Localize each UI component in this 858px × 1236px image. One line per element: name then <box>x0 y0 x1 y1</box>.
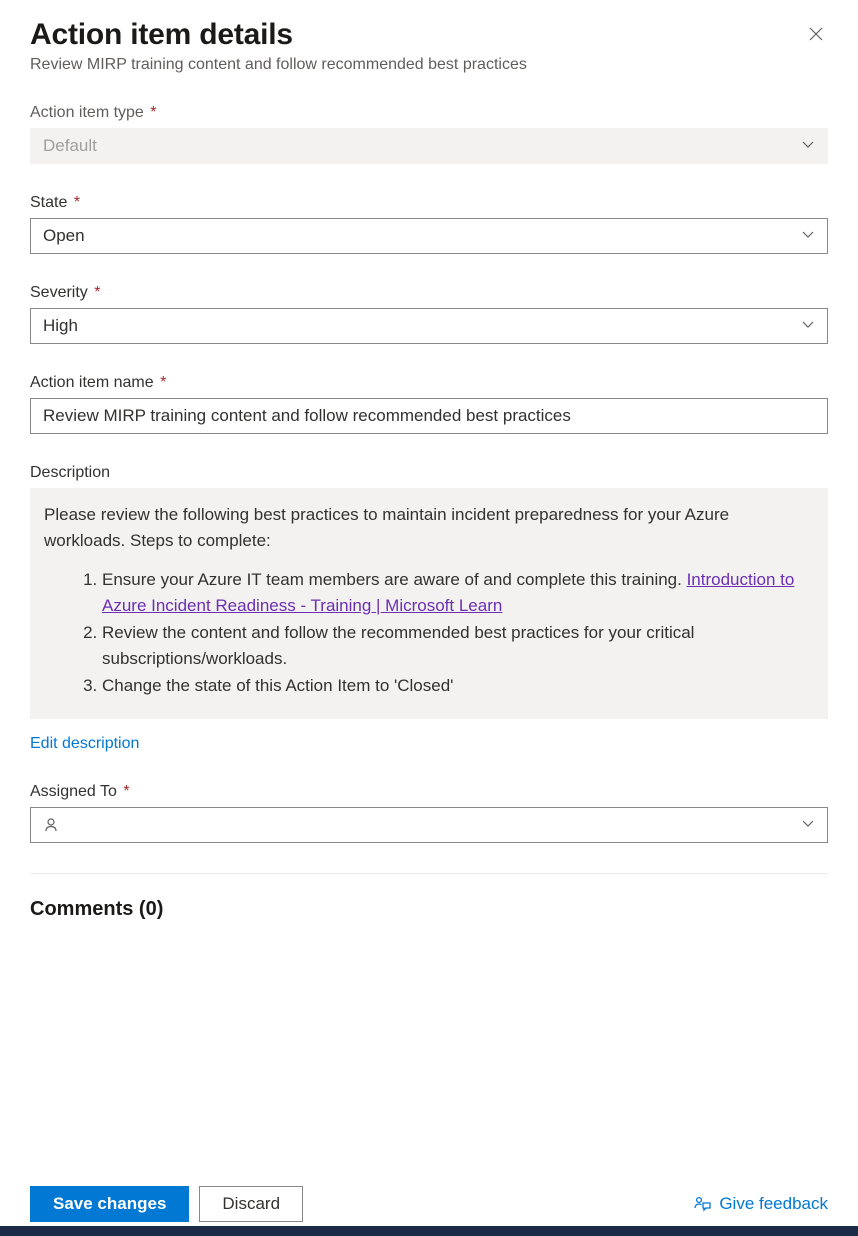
description-step-1: Ensure your Azure IT team members are aw… <box>102 567 814 618</box>
required-indicator: * <box>150 104 156 121</box>
page-subtitle: Review MIRP training content and follow … <box>30 56 828 74</box>
type-label: Action item type * <box>30 104 828 122</box>
chevron-down-icon <box>801 316 815 336</box>
edit-description-link[interactable]: Edit description <box>30 735 139 753</box>
assigned-select[interactable] <box>30 807 828 843</box>
chevron-down-icon <box>801 226 815 246</box>
severity-label: Severity * <box>30 284 828 302</box>
bottom-strip <box>0 1226 858 1236</box>
type-select: Default <box>30 128 828 164</box>
name-input[interactable]: Review MIRP training content and follow … <box>30 398 828 434</box>
save-button[interactable]: Save changes <box>30 1186 189 1222</box>
description-label: Description <box>30 464 828 482</box>
name-label: Action item name * <box>30 374 828 392</box>
assigned-label: Assigned To * <box>30 783 828 801</box>
page-title: Action item details <box>30 18 828 52</box>
discard-button[interactable]: Discard <box>199 1186 303 1222</box>
description-intro: Please review the following best practic… <box>44 502 814 553</box>
close-icon <box>808 26 824 42</box>
person-icon <box>43 817 59 833</box>
comments-heading: Comments (0) <box>30 898 828 921</box>
close-button[interactable] <box>808 26 828 46</box>
type-value: Default <box>43 136 97 156</box>
severity-select[interactable]: High <box>30 308 828 344</box>
chevron-down-icon <box>801 136 815 156</box>
required-indicator: * <box>123 783 129 800</box>
feedback-label: Give feedback <box>719 1194 828 1214</box>
state-value: Open <box>43 226 85 246</box>
required-indicator: * <box>160 374 166 391</box>
state-select[interactable]: Open <box>30 218 828 254</box>
required-indicator: * <box>74 194 80 211</box>
description-step-2: Review the content and follow the recomm… <box>102 620 814 671</box>
required-indicator: * <box>94 284 100 301</box>
description-step-3: Change the state of this Action Item to … <box>102 673 814 699</box>
state-label: State * <box>30 194 828 212</box>
feedback-icon <box>693 1195 711 1213</box>
severity-value: High <box>43 316 78 336</box>
divider <box>30 873 828 874</box>
name-value: Review MIRP training content and follow … <box>43 406 571 426</box>
feedback-link[interactable]: Give feedback <box>693 1194 828 1214</box>
description-box: Please review the following best practic… <box>30 488 828 719</box>
chevron-down-icon <box>801 815 815 835</box>
